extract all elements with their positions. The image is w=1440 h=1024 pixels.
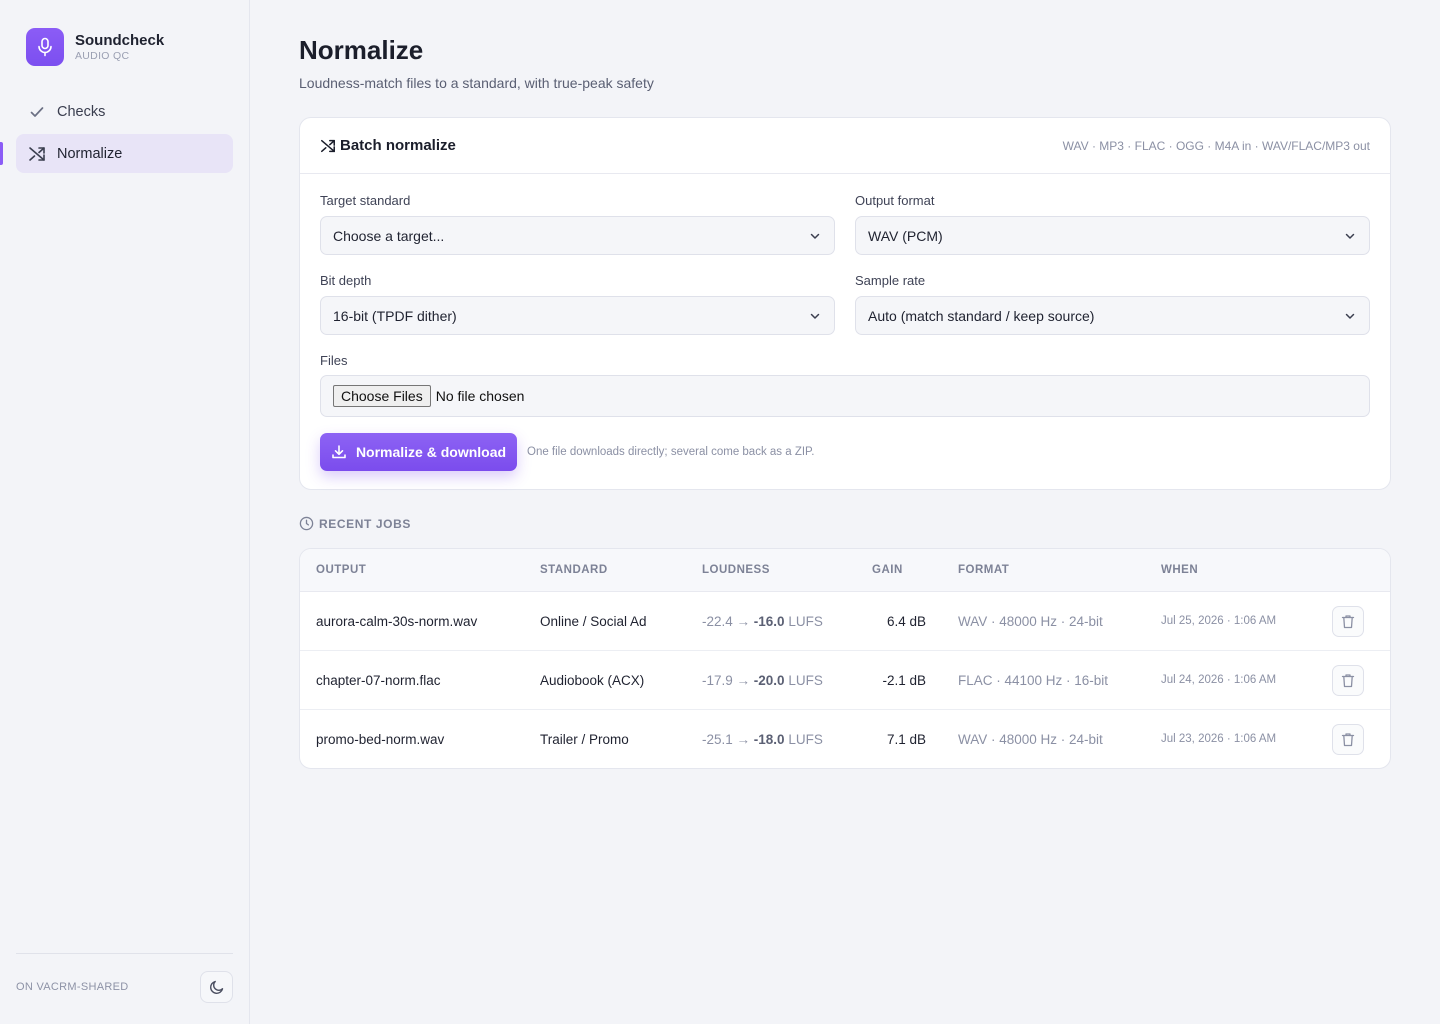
shuffle-icon	[320, 138, 336, 154]
sidebar-item-checks[interactable]: Checks	[16, 92, 233, 131]
bit-depth-select[interactable]: 16-bit (TPDF dither)	[320, 296, 835, 335]
output-filename: chapter-07-norm.flac	[316, 673, 441, 688]
loudness-to: -18.0	[753, 732, 785, 747]
microphone-icon	[26, 28, 64, 66]
loudness-change: -17.9 → -20.0 LUFS	[702, 673, 823, 688]
brand-subtitle: AUDIO QC	[75, 50, 130, 62]
loudness-to: -16.0	[753, 614, 785, 629]
check-icon	[28, 103, 46, 121]
loudness-to: -20.0	[753, 673, 785, 688]
format-value: FLAC · 44100 Hz · 16-bit	[958, 673, 1109, 688]
table-row: aurora-calm-30s-norm.wav Online / Social…	[300, 592, 1390, 651]
loudness-change: -25.1 → -18.0 LUFS	[702, 732, 823, 747]
recent-jobs-heading: RECENT JOBS	[299, 516, 411, 531]
chevron-down-icon	[808, 309, 822, 323]
gain-value: 7.1 dB	[886, 732, 926, 747]
timestamp: Jul 24, 2026 · 1:06 AM	[1161, 674, 1277, 686]
sidebar-nav: Checks Normalize	[16, 92, 233, 176]
loudness-unit: LUFS	[788, 673, 823, 688]
page-subtitle: Loudness-match files to a standard, with…	[299, 75, 654, 91]
sidebar-item-label: Checks	[57, 103, 106, 120]
download-hint: One file downloads directly; several com…	[527, 446, 815, 458]
theme-toggle-button[interactable]	[200, 971, 233, 1003]
shuffle-icon	[28, 145, 46, 163]
loudness-from: -17.9 →	[702, 673, 751, 688]
bit-depth-label: Bit depth	[320, 273, 372, 288]
sidebar: Soundcheck AUDIO QC Checks Normalize ON …	[0, 0, 250, 1024]
standard-name: Audiobook (ACX)	[540, 673, 645, 688]
delete-job-button[interactable]	[1332, 724, 1364, 755]
chevron-down-icon	[1343, 229, 1357, 243]
column-header-when: WHEN	[1161, 564, 1199, 576]
timestamp: Jul 25, 2026 · 1:06 AM	[1161, 615, 1277, 627]
loudness-from: -22.4 →	[702, 614, 751, 629]
format-value: WAV · 48000 Hz · 24-bit	[958, 614, 1103, 629]
sample-rate-select[interactable]: Auto (match standard / keep source)	[855, 296, 1370, 335]
brand[interactable]: Soundcheck AUDIO QC	[26, 28, 164, 66]
sidebar-item-label: Normalize	[57, 145, 123, 162]
target-standard-value: Choose a target...	[333, 227, 445, 244]
brand-name: Soundcheck	[75, 32, 165, 49]
sidebar-footer: ON VACRM-SHARED	[16, 953, 233, 1024]
batch-normalize-card: Batch normalize WAV · MP3 · FLAC · OGG ·…	[299, 117, 1391, 490]
loudness-unit: LUFS	[788, 732, 823, 747]
loudness-unit: LUFS	[788, 614, 823, 629]
output-format-value: WAV (PCM)	[868, 227, 943, 244]
clock-icon	[299, 516, 314, 531]
column-header-standard: STANDARD	[540, 564, 608, 576]
gain-value: -2.1 dB	[882, 673, 926, 688]
target-standard-select[interactable]: Choose a target...	[320, 216, 835, 255]
no-file-status: No file chosen	[435, 388, 525, 404]
active-nav-indicator	[0, 142, 3, 165]
environment-label: ON VACRM-SHARED	[16, 981, 129, 993]
normalize-download-button[interactable]: Normalize & download	[320, 433, 517, 471]
bit-depth-value: 16-bit (TPDF dither)	[333, 307, 457, 324]
sidebar-item-normalize[interactable]: Normalize	[16, 134, 233, 173]
loudness-from: -25.1 →	[702, 732, 751, 747]
card-header: Batch normalize WAV · MP3 · FLAC · OGG ·…	[300, 118, 1390, 174]
supported-formats: WAV · MP3 · FLAC · OGG · M4A in · WAV/FL…	[1062, 138, 1370, 153]
table-row: chapter-07-norm.flac Audiobook (ACX) -17…	[300, 651, 1390, 710]
standard-name: Online / Social Ad	[540, 614, 647, 629]
recent-jobs-title: RECENT JOBS	[319, 516, 411, 531]
format-value: WAV · 48000 Hz · 24-bit	[958, 732, 1103, 747]
sample-rate-label: Sample rate	[855, 273, 926, 288]
table-header: OUTPUT STANDARD LOUDNESS GAIN FORMAT WHE…	[300, 549, 1390, 592]
trash-icon	[1341, 614, 1355, 629]
column-header-output: OUTPUT	[316, 564, 367, 576]
delete-job-button[interactable]	[1332, 665, 1364, 696]
timestamp: Jul 23, 2026 · 1:06 AM	[1161, 733, 1277, 745]
target-standard-label: Target standard	[320, 193, 411, 208]
column-header-loudness: LOUDNESS	[702, 564, 770, 576]
column-header-gain: GAIN	[872, 564, 903, 576]
loudness-change: -22.4 → -16.0 LUFS	[702, 614, 823, 629]
recent-jobs-table: OUTPUT STANDARD LOUDNESS GAIN FORMAT WHE…	[299, 548, 1391, 769]
download-icon	[331, 444, 347, 460]
table-row: promo-bed-norm.wav Trailer / Promo -25.1…	[300, 710, 1390, 768]
normalize-download-label: Normalize & download	[355, 444, 507, 460]
sample-rate-value: Auto (match standard / keep source)	[868, 307, 1095, 324]
column-header-format: FORMAT	[958, 564, 1010, 576]
output-format-select[interactable]: WAV (PCM)	[855, 216, 1370, 255]
standard-name: Trailer / Promo	[540, 732, 629, 747]
output-filename: promo-bed-norm.wav	[316, 732, 445, 747]
output-format-label: Output format	[855, 193, 935, 208]
gain-value: 6.4 dB	[886, 614, 926, 629]
output-filename: aurora-calm-30s-norm.wav	[316, 614, 478, 629]
files-label: Files	[320, 353, 348, 368]
chevron-down-icon	[808, 229, 822, 243]
moon-icon	[209, 979, 225, 995]
chevron-down-icon	[1343, 309, 1357, 323]
delete-job-button[interactable]	[1332, 606, 1364, 637]
choose-files-button[interactable]: Choose Files	[333, 385, 431, 407]
file-input[interactable]: Choose Files No file chosen	[320, 375, 1370, 417]
trash-icon	[1341, 732, 1355, 747]
card-title: Batch normalize	[340, 137, 456, 154]
trash-icon	[1341, 673, 1355, 688]
page-title: Normalize	[299, 35, 424, 65]
